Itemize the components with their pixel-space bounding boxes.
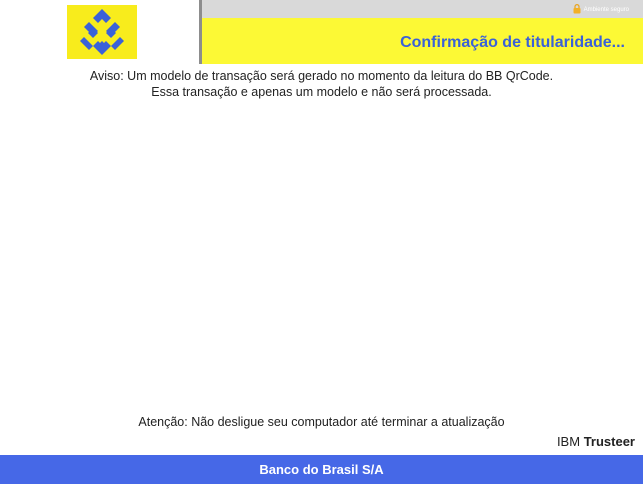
secure-indicator: Ambiente seguro — [573, 4, 629, 16]
notice-line-2: Essa transação e apenas um modelo e não … — [151, 85, 492, 99]
lock-icon — [573, 4, 581, 16]
bank-logo — [67, 5, 137, 59]
header-band: Confirmação de titularidade... — [202, 18, 643, 64]
banco-do-brasil-logo-icon — [80, 9, 124, 55]
ibm-label: IBM — [556, 434, 581, 449]
top-bar: Ambiente seguro — [202, 0, 643, 18]
trusteer-label: Trusteer — [583, 434, 635, 449]
footer-label: Banco do Brasil S/A — [259, 462, 384, 477]
notice-text: Aviso: Um modelo de transação será gerad… — [0, 68, 643, 100]
notice-line-1: Aviso: Um modelo de transação será gerad… — [89, 69, 554, 83]
ibm-trusteer-badge: IBM Trusteer — [557, 434, 635, 449]
secure-label: Ambiente seguro — [583, 7, 629, 13]
footer-bar: Banco do Brasil S/A — [0, 455, 643, 484]
page-title: Confirmação de titularidade... — [400, 34, 625, 51]
warning-text: Atenção: Não desligue seu computador até… — [138, 415, 505, 429]
